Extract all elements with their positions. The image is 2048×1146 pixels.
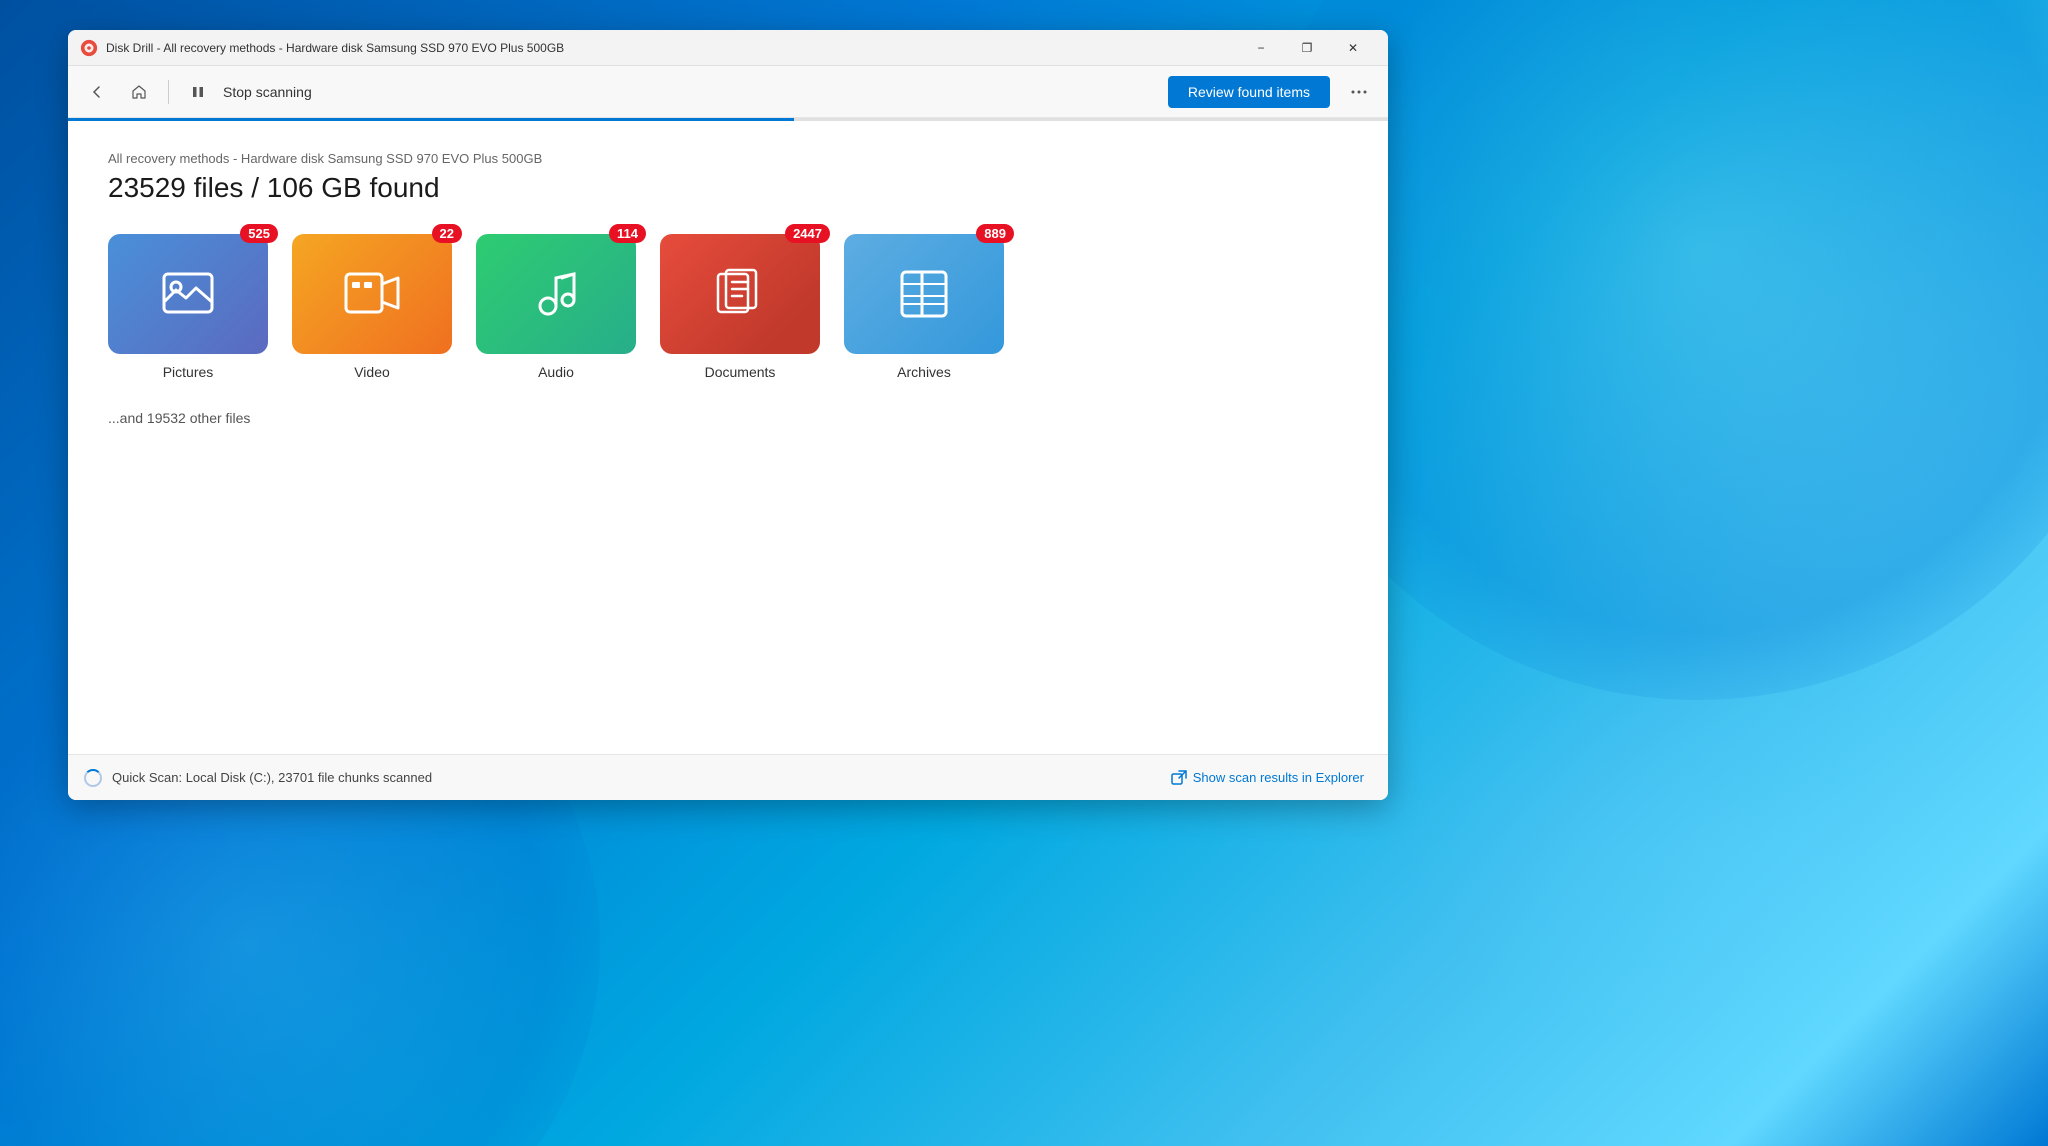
- scanning-label: Stop scanning: [223, 84, 1160, 100]
- video-label: Video: [354, 364, 390, 380]
- archives-icon-wrapper: 889: [844, 234, 1004, 354]
- archives-icon: [894, 264, 954, 324]
- category-card-documents[interactable]: 2447 Documents: [660, 234, 820, 380]
- audio-label: Audio: [538, 364, 574, 380]
- window-title: Disk Drill - All recovery methods - Hard…: [106, 41, 1238, 55]
- category-card-archives[interactable]: 889 Archives: [844, 234, 1004, 380]
- show-in-explorer-label: Show scan results in Explorer: [1193, 770, 1364, 785]
- main-content: All recovery methods - Hardware disk Sam…: [68, 121, 1388, 754]
- scan-subtitle: All recovery methods - Hardware disk Sam…: [108, 151, 1348, 166]
- status-text: Quick Scan: Local Disk (C:), 23701 file …: [112, 770, 1163, 785]
- categories-container: 525 Pictures 22 Video: [108, 234, 1348, 380]
- picture-icon: [158, 264, 218, 324]
- archives-badge: 889: [976, 224, 1014, 243]
- audio-icon: [526, 264, 586, 324]
- minimize-button[interactable]: −: [1238, 30, 1284, 66]
- documents-label: Documents: [705, 364, 776, 380]
- disk-drill-icon: [80, 39, 98, 57]
- pause-button[interactable]: [181, 75, 215, 109]
- audio-badge: 114: [609, 224, 646, 243]
- more-options-button[interactable]: [1342, 75, 1376, 109]
- video-badge: 22: [432, 224, 462, 243]
- pictures-icon-wrapper: 525: [108, 234, 268, 354]
- home-button[interactable]: [122, 75, 156, 109]
- review-found-items-button[interactable]: Review found items: [1168, 76, 1330, 108]
- audio-icon-wrapper: 114: [476, 234, 636, 354]
- external-link-icon: [1171, 770, 1187, 786]
- pictures-badge: 525: [240, 224, 278, 243]
- show-in-explorer-button[interactable]: Show scan results in Explorer: [1163, 766, 1372, 790]
- title-bar: Disk Drill - All recovery methods - Hard…: [68, 30, 1388, 66]
- category-card-video[interactable]: 22 Video: [292, 234, 452, 380]
- window-controls: − ❐ ✕: [1238, 30, 1376, 66]
- toolbar-divider: [168, 80, 169, 104]
- files-found-title: 23529 files / 106 GB found: [108, 172, 1348, 204]
- back-button[interactable]: [80, 75, 114, 109]
- toolbar: Stop scanning Review found items: [68, 66, 1388, 118]
- documents-icon: [710, 264, 770, 324]
- close-button[interactable]: ✕: [1330, 30, 1376, 66]
- status-bar: Quick Scan: Local Disk (C:), 23701 file …: [68, 754, 1388, 800]
- swirl-decoration-2: [1398, 646, 1998, 1046]
- video-icon-wrapper: 22: [292, 234, 452, 354]
- category-card-audio[interactable]: 114 Audio: [476, 234, 636, 380]
- documents-icon-wrapper: 2447: [660, 234, 820, 354]
- app-window: Disk Drill - All recovery methods - Hard…: [68, 30, 1388, 800]
- scanning-spinner: [84, 769, 102, 787]
- documents-badge: 2447: [785, 224, 830, 243]
- other-files-text: ...and 19532 other files: [108, 410, 1348, 426]
- video-icon: [342, 264, 402, 324]
- category-card-pictures[interactable]: 525 Pictures: [108, 234, 268, 380]
- restore-button[interactable]: ❐: [1284, 30, 1330, 66]
- archives-label: Archives: [897, 364, 951, 380]
- pictures-label: Pictures: [163, 364, 214, 380]
